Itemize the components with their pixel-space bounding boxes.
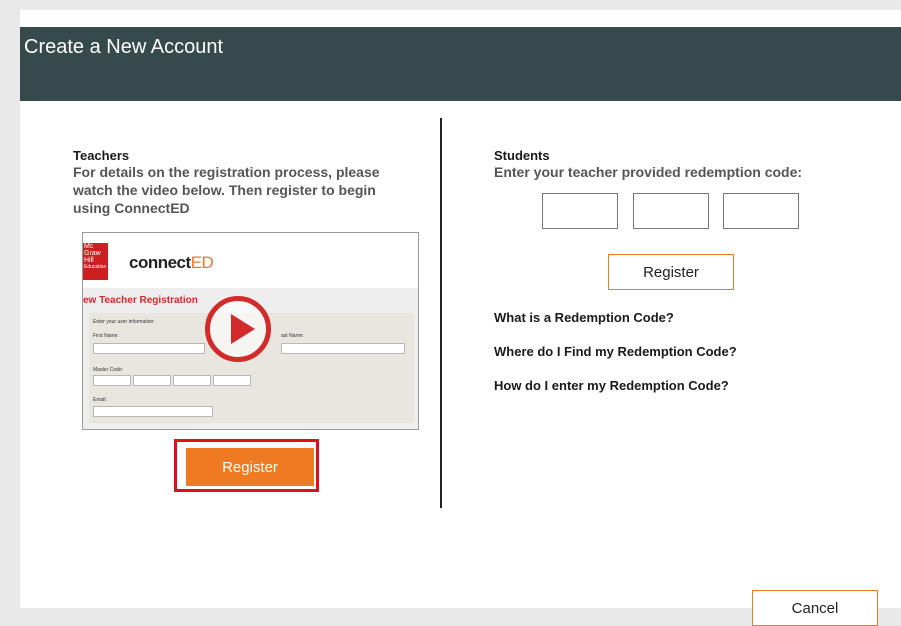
video-header: Mc Graw Hill Education connectED [83,233,418,288]
video-registration-title: ew Teacher Registration [83,295,198,306]
where-find-redemption-code-link[interactable]: Where do I Find my Redemption Code? [494,344,737,359]
teachers-description-line: watch the video below. Then register to … [73,182,376,198]
logo-text: Hill [84,257,94,264]
teachers-heading: Teachers [73,148,130,163]
what-is-redemption-code-link[interactable]: What is a Redemption Code? [494,310,674,325]
teacher-register-button[interactable]: Register [186,448,314,486]
logo-text: Education [84,264,107,270]
registration-video[interactable]: Mc Graw Hill Education connectED ew Teac… [82,232,419,430]
video-first-name-label: First Name: [93,333,119,339]
video-form-intro: Enter your user information: [93,319,155,325]
logo-text: Mc [84,243,94,250]
redemption-code-field-1[interactable] [542,193,618,229]
video-master-code-label: Master Code: [93,367,124,373]
video-email-label: Email: [93,397,107,403]
video-code-field [133,375,171,386]
play-icon[interactable] [205,296,271,362]
teachers-description-line: For details on the registration process,… [73,164,380,180]
play-triangle [231,314,255,344]
video-email-field [93,406,213,417]
brand-text: connect [129,253,191,272]
video-code-field [173,375,211,386]
logo-text: Graw [84,250,101,257]
teachers-description: For details on the registration process,… [73,163,380,217]
mcgraw-hill-logo: Mc Graw Hill Education [83,243,108,280]
brand-suffix: ED [190,253,214,272]
students-heading: Students [494,148,550,163]
video-last-name-label: ast Name: [281,333,304,339]
video-code-field [213,375,251,386]
dialog-title: Create a New Account [24,36,223,58]
video-code-field [93,375,131,386]
cancel-button[interactable]: Cancel [752,590,878,626]
connected-logo: connectED [129,253,214,273]
video-first-name-field [93,343,205,354]
teachers-description-line: using ConnectED [73,200,190,216]
video-last-name-field [281,343,405,354]
redemption-code-field-2[interactable] [633,193,709,229]
students-instruction: Enter your teacher provided redemption c… [494,164,803,180]
student-register-button[interactable]: Register [608,254,734,290]
redemption-code-field-3[interactable] [723,193,799,229]
how-enter-redemption-code-link[interactable]: How do I enter my Redemption Code? [494,378,729,393]
column-divider [440,118,442,508]
